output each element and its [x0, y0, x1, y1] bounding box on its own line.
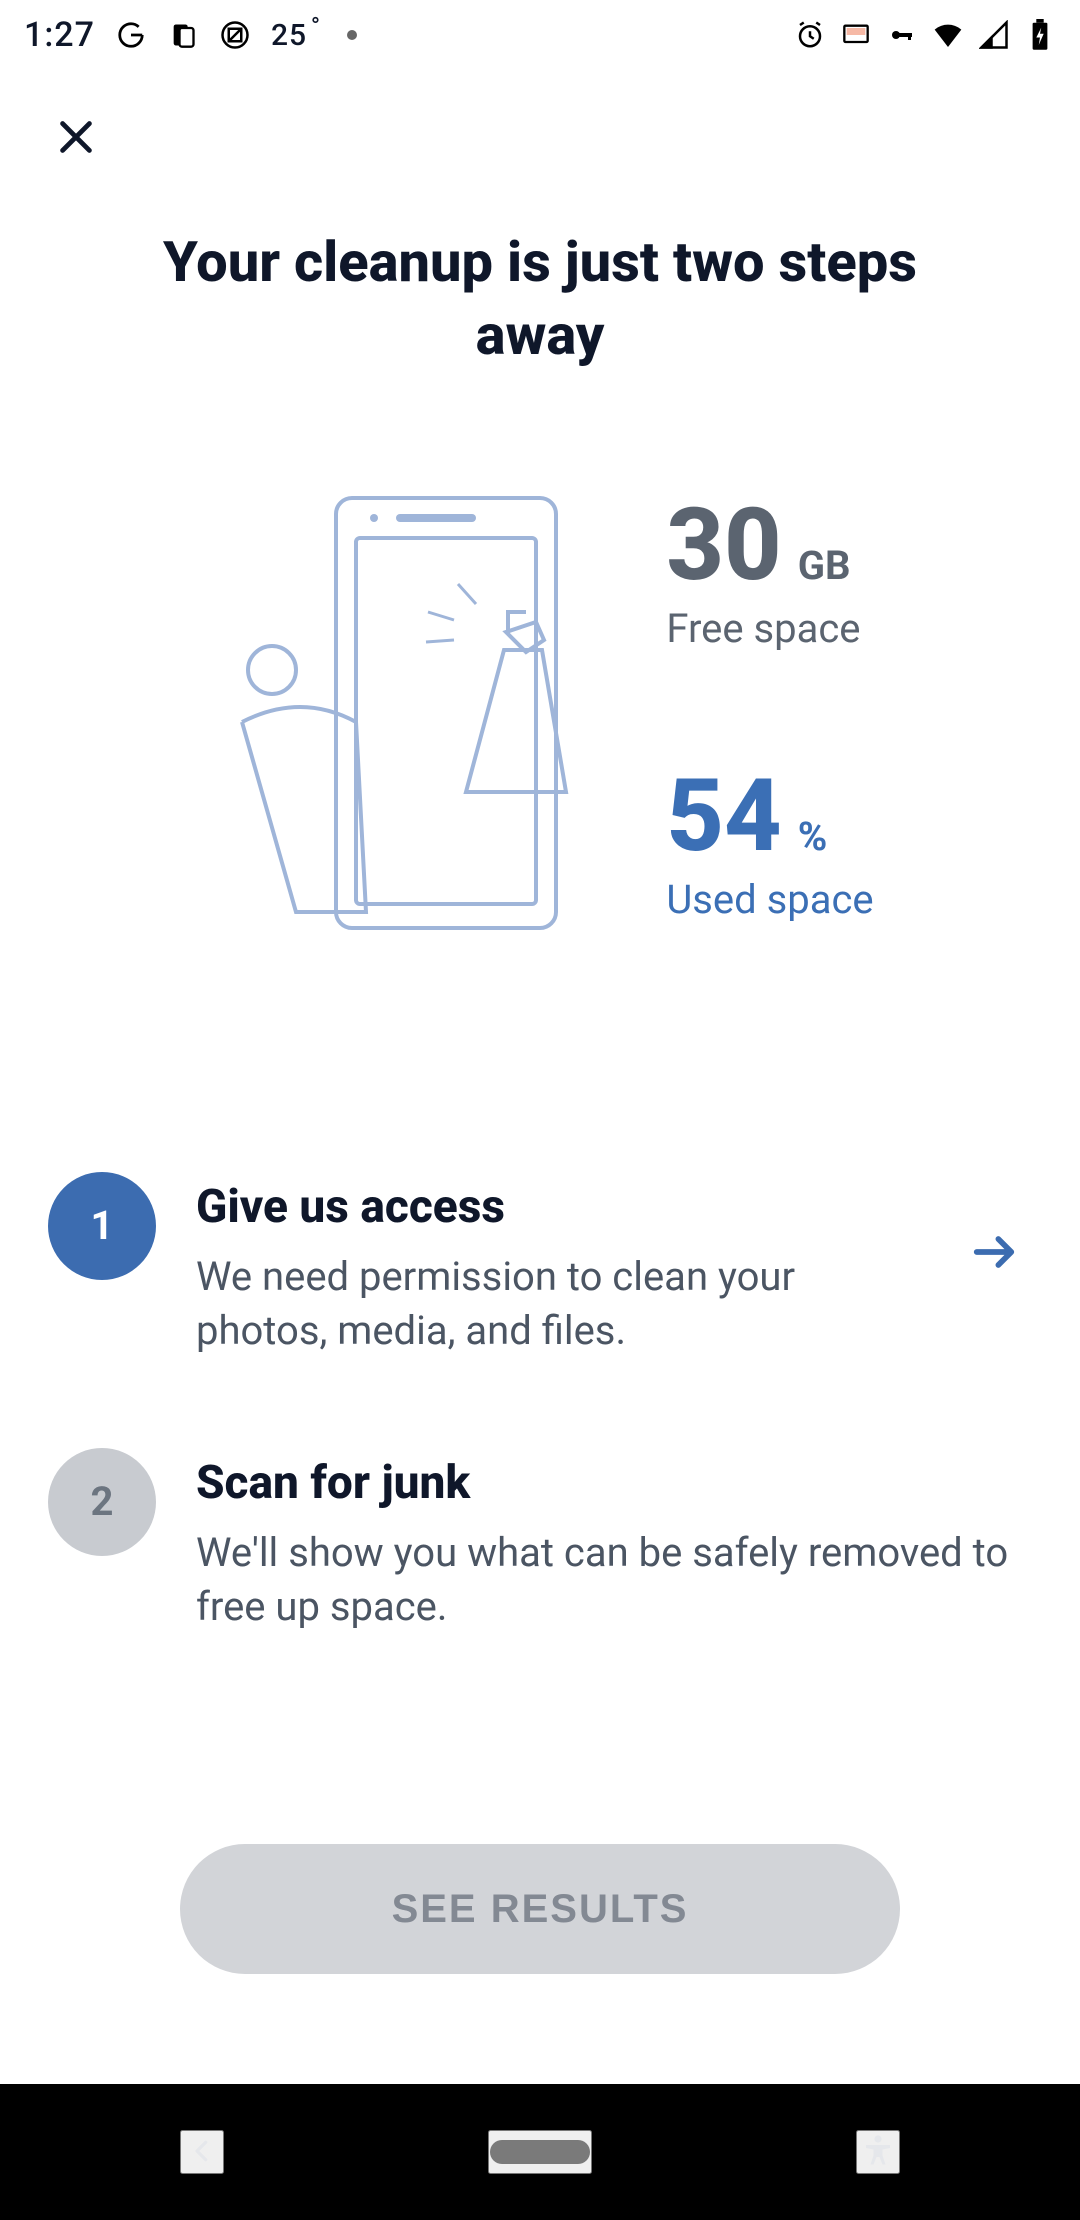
used-space-label: Used space: [666, 876, 873, 923]
phone-cleanup-illustration: [206, 492, 586, 932]
nav-home-button[interactable]: [488, 2130, 592, 2174]
navigation-bar: [0, 2084, 1080, 2220]
arrow-right-icon: [964, 1222, 1024, 1282]
status-bar: 1:27 25: [0, 0, 1080, 70]
nav-back-button[interactable]: [180, 2130, 224, 2174]
used-space-value: 54: [666, 772, 781, 862]
step-2-row: 2 Scan for junk We'll show you what can …: [48, 1448, 1032, 1634]
home-pill-icon: [490, 2140, 590, 2164]
battery-charging-icon: [1024, 19, 1056, 51]
step-2-badge: 2: [48, 1448, 156, 1556]
nav-accessibility-button[interactable]: [856, 2130, 900, 2174]
status-temperature: 25: [271, 18, 307, 53]
vpn-key-icon: [886, 19, 918, 51]
accessibility-icon: [860, 2133, 896, 2172]
step-2-description: We'll show you what can be safely remove…: [196, 1526, 1032, 1634]
step-1-badge: 1: [48, 1172, 156, 1280]
cellular-icon: [978, 19, 1010, 51]
step-1-title: Give us access: [196, 1180, 924, 1234]
used-space-stat: 54 % Used space: [666, 772, 873, 923]
status-dot-icon: [347, 30, 357, 40]
page-title: Your cleanup is just two steps away: [128, 226, 952, 372]
close-icon: [53, 114, 99, 163]
app-content: Your cleanup is just two steps away: [0, 70, 1080, 2084]
close-button[interactable]: [48, 110, 104, 166]
used-space-unit: %: [798, 813, 828, 860]
see-results-button[interactable]: SEE RESULTS: [180, 1844, 900, 1974]
status-time: 1:27: [24, 15, 95, 55]
tab-icon: [167, 19, 199, 51]
wifi-icon: [932, 19, 964, 51]
free-space-unit: GB: [798, 542, 851, 589]
google-icon: [115, 19, 147, 51]
chevron-left-icon: [187, 2136, 217, 2169]
step-2-title: Scan for junk: [196, 1456, 1032, 1510]
free-space-value: 30: [666, 501, 781, 591]
cast-icon: [840, 19, 872, 51]
screenshot-icon: [219, 19, 251, 51]
step-1-description: We need permission to clean your photos,…: [196, 1250, 924, 1358]
free-space-stat: 30 GB Free space: [666, 501, 860, 652]
alarm-icon: [794, 19, 826, 51]
step-1-row[interactable]: 1 Give us access We need permission to c…: [48, 1172, 1032, 1358]
free-space-label: Free space: [666, 605, 860, 652]
